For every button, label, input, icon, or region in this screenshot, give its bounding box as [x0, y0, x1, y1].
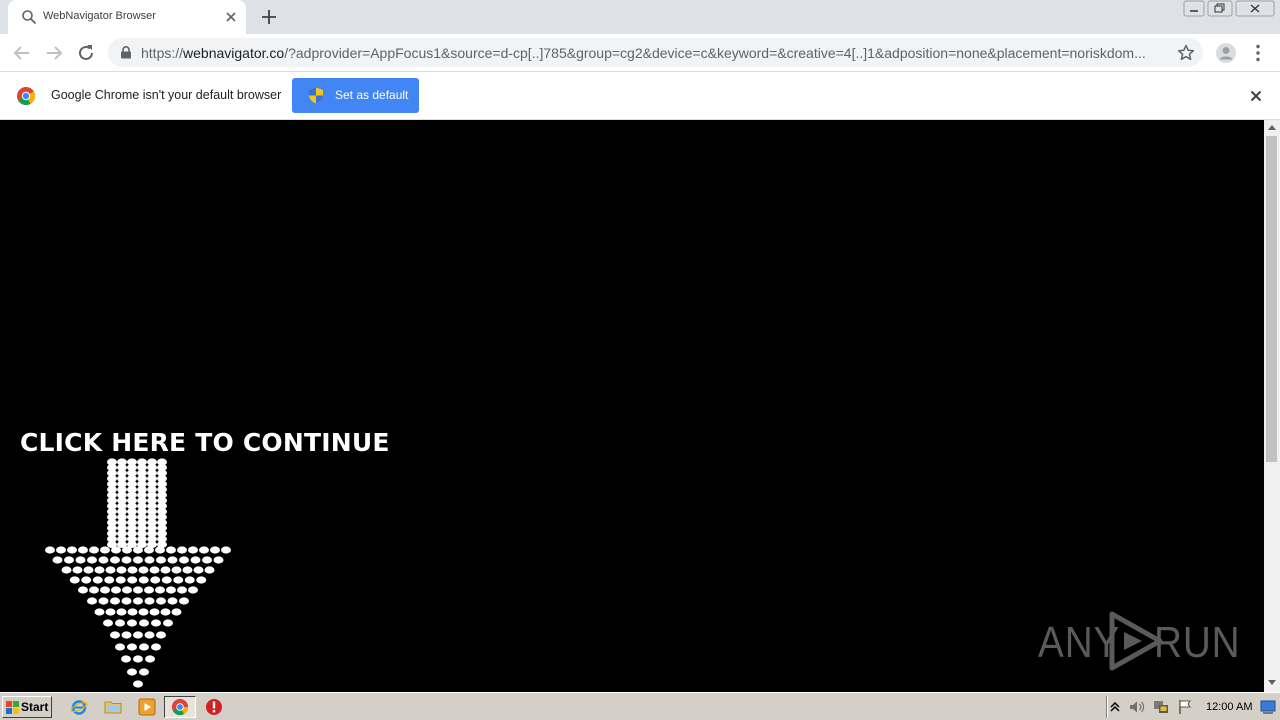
taskbar: Start 12:00 AM [0, 692, 1280, 720]
search-icon [22, 10, 37, 25]
address-bar[interactable]: https://webnavigator.co/?adprovider=AppF… [108, 38, 1203, 67]
show-hidden-icons-icon[interactable] [1109, 698, 1121, 716]
url-text[interactable]: https://webnavigator.co/?adprovider=AppF… [141, 45, 1166, 61]
back-icon[interactable] [10, 41, 34, 65]
scrollbar-thumb[interactable] [1266, 136, 1277, 462]
action-center-flag-icon[interactable] [1176, 698, 1194, 716]
page-content[interactable]: CLICK HERE TO CONTINUE ANY RUN [0, 120, 1264, 692]
media-player-icon[interactable] [138, 698, 156, 716]
vertical-scrollbar[interactable] [1264, 120, 1280, 692]
close-window-icon[interactable] [1235, 0, 1275, 18]
start-button[interactable]: Start [2, 696, 52, 718]
set-as-default-button[interactable]: Set as default [292, 78, 419, 113]
menu-icon[interactable] [1246, 41, 1270, 65]
watermark-run: RUN [1154, 618, 1241, 667]
toolbar: https://webnavigator.co/?adprovider=AppF… [0, 34, 1280, 72]
ie-icon[interactable] [70, 698, 88, 716]
chrome-logo-icon [17, 87, 36, 106]
minimize-icon[interactable] [1183, 0, 1205, 18]
start-label: Start [21, 700, 49, 714]
plus-icon[interactable] [258, 6, 280, 28]
tab-webnavigator[interactable]: WebNavigator Browser [8, 0, 246, 34]
stop-icon[interactable] [205, 698, 223, 716]
set-as-default-label: Set as default [335, 88, 409, 102]
reload-icon[interactable] [74, 41, 98, 65]
scroll-up-icon[interactable] [1267, 123, 1277, 131]
browser-chrome: WebNavigator Browser https://webnavigato… [0, 0, 1280, 72]
tab-strip: WebNavigator Browser [0, 0, 1280, 34]
infobar-message: Google Chrome isn't your default browser [51, 88, 282, 102]
tab-title: WebNavigator Browser [43, 10, 156, 22]
volume-icon[interactable] [1128, 698, 1146, 716]
restore-icon[interactable] [1207, 0, 1233, 18]
lock-icon[interactable] [120, 46, 132, 59]
url-host: webnavigator.co [183, 45, 285, 61]
close-icon[interactable] [222, 8, 240, 26]
default-browser-infobar: Google Chrome isn't your default browser… [0, 72, 1280, 120]
down-arrow-icon[interactable] [40, 458, 240, 693]
windows-flag-icon [6, 701, 19, 714]
url-path: /?adprovider=AppFocus1&source=d-cp[..]78… [284, 45, 1146, 61]
star-icon[interactable] [1177, 44, 1195, 62]
chrome-taskbar-button[interactable] [164, 696, 196, 718]
profile-icon[interactable] [1214, 41, 1238, 65]
scroll-down-icon[interactable] [1267, 679, 1277, 687]
network-icon[interactable] [1152, 698, 1170, 716]
show-desktop-icon[interactable] [1260, 699, 1276, 715]
clock[interactable]: 12:00 AM [1206, 701, 1252, 713]
anyrun-watermark: ANY RUN [1038, 610, 1241, 672]
shield-icon [309, 87, 323, 104]
click-here-to-continue[interactable]: CLICK HERE TO CONTINUE [20, 428, 390, 457]
chrome-icon [171, 698, 189, 716]
forward-icon[interactable] [42, 41, 66, 65]
folder-icon[interactable] [104, 698, 122, 716]
tray-separator [1106, 696, 1107, 718]
url-scheme: https:// [141, 45, 184, 61]
close-icon[interactable] [1247, 87, 1265, 105]
